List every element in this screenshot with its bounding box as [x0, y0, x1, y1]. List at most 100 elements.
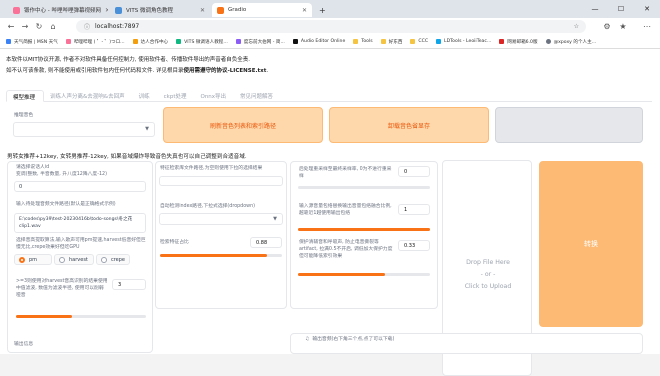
radio-icon: [59, 256, 65, 263]
browser-tab-title: 锻作中心 - 哔哩哔哩弹幕视频网: [24, 8, 101, 14]
resample-slider[interactable]: [298, 186, 430, 189]
radio-label: harvest: [69, 256, 88, 263]
gender-hint: 男转女推荐+12key, 女转男推荐-12key, 如果音域爆炸导致音色失真也可…: [7, 154, 247, 160]
median-filter-slider[interactable]: [16, 315, 146, 318]
bookmark-folder[interactable]: 好东西: [378, 39, 406, 45]
index-ratio-slider[interactable]: [160, 254, 282, 257]
bookmark-icon: [132, 39, 138, 44]
index-ratio-number[interactable]: 0.88: [250, 237, 282, 248]
bookmark-folder[interactable]: Tools: [350, 39, 375, 44]
model-dropdown[interactable]: ▼: [13, 122, 155, 137]
f0-radio-crepe[interactable]: crepe: [96, 254, 130, 265]
bookmark-label: CCC: [418, 39, 429, 44]
chevron-down-icon: ▼: [145, 126, 149, 132]
address-bar-row: ← → ↻ ⌂ ⓘ localhost:7897 ☆ ⚙ ★ ⋯: [0, 18, 660, 35]
reload-icon[interactable]: ↻: [32, 22, 46, 31]
bookmark-label: 好东西: [388, 39, 403, 45]
bookmark-label: Tools: [361, 39, 373, 44]
bookmark-item[interactable]: 度忘前大伯网 - 简...: [233, 39, 288, 45]
close-window-icon[interactable]: ✕: [634, 0, 660, 18]
speaker-id-label: 请选择说话人id: [16, 165, 50, 170]
bookmark-label: 网易邮箱6.0版: [507, 39, 538, 45]
bookmark-item[interactable]: @xpoxy 的个人主...: [543, 39, 600, 45]
extensions-icon[interactable]: ⚙: [600, 22, 614, 31]
license-notice: 本软件以MIT协议开源, 作者不对软件具备任何控制力, 使用软件者、传播软件导出…: [6, 55, 646, 77]
bookmark-item[interactable]: 达人合作中心: [130, 39, 172, 45]
bookmark-item[interactable]: VITS 微调语人教程...: [173, 39, 231, 45]
browser-tab-title: VITS 微调角色教程: [126, 8, 173, 14]
url-input[interactable]: ⓘ localhost:7897 ☆: [76, 20, 586, 33]
license-text-end: .: [266, 68, 269, 74]
maximize-icon[interactable]: ☐: [608, 0, 634, 18]
bilibili-icon: [13, 6, 20, 14]
bookmark-icon: [436, 39, 442, 44]
bookmark-item[interactable]: LDTools - LeoiiTeac...: [433, 39, 494, 44]
license-link[interactable]: 使用需遵守的协议-LICENSE.txt: [184, 68, 267, 74]
bookmark-item[interactable]: Audio Editor Online: [290, 39, 348, 44]
radio-label: crepe: [110, 256, 125, 263]
chevron-down-icon: ▼: [273, 216, 277, 222]
radio-icon: [101, 256, 107, 263]
close-icon[interactable]: ✕: [298, 7, 307, 14]
refresh-models-button[interactable]: 刷新音色列表和索引路径: [163, 107, 323, 143]
forward-icon[interactable]: →: [18, 22, 32, 31]
tab-ckpt[interactable]: ckpt处理: [158, 90, 195, 102]
bookmark-folder[interactable]: CCC: [407, 39, 431, 44]
radio-icon: [19, 256, 25, 263]
music-icon: ♫: [305, 337, 310, 342]
home-icon[interactable]: ⌂: [46, 22, 60, 31]
bookmark-label: Audio Editor Online: [300, 39, 346, 44]
browser-tab-1[interactable]: 锻作中心 - 哔哩哔哩弹幕视频网 ✕: [8, 3, 108, 17]
column-3-panel: [290, 161, 438, 309]
browser-tab-3[interactable]: Gradio ✕: [212, 3, 312, 17]
slider-fill: [16, 315, 72, 318]
unload-model-button[interactable]: 卸载音色省显存: [329, 107, 489, 143]
rms-mix-slider[interactable]: [298, 228, 430, 231]
menu-icon[interactable]: ⋯: [640, 22, 654, 31]
slider-fill: [298, 228, 430, 231]
input-path-input[interactable]: E:\codes\py39\test-20230416b\todo-songs\…: [14, 213, 146, 233]
bookmark-item[interactable]: 天气简报 | MSN 天气: [3, 39, 61, 45]
resample-label: 后处理重采样至最终采样率, 0为不进行重采样: [299, 167, 392, 179]
folder-icon: [410, 39, 416, 44]
drop-text: Drop File Here: [466, 259, 510, 266]
feature-index-label: 特征检索库文件路径,为空则使用下拉的选择结果: [160, 166, 263, 171]
license-line-2: 如不认可该条款, 则不能使用或引用软件包内任何代码和文件. 详见根目录使用需遵守…: [6, 66, 646, 77]
tab-faq[interactable]: 常见问题解答: [234, 90, 281, 102]
protect-number[interactable]: 0.33: [398, 240, 430, 251]
minimize-icon[interactable]: —: [582, 0, 608, 18]
browser-tab-bar: 锻作中心 - 哔哩哔哩弹幕视频网 ✕ VITS 微调角色教程 ✕ Gradio …: [0, 0, 660, 18]
median-filter-number[interactable]: 3: [112, 279, 146, 290]
f0-radio-harvest[interactable]: harvest: [54, 254, 94, 265]
output-info-label: 输出信息: [14, 342, 34, 347]
protect-slider[interactable]: [298, 273, 430, 276]
feature-index-input[interactable]: [159, 176, 283, 186]
f0-radio-pm[interactable]: pm: [14, 254, 52, 265]
rms-mix-number[interactable]: 1: [398, 204, 430, 215]
tab-train[interactable]: 训练: [133, 90, 158, 102]
url-text: localhost:7897: [95, 23, 140, 30]
tab-inference[interactable]: 模型推理: [6, 90, 45, 102]
close-icon[interactable]: ✕: [196, 7, 205, 14]
output-audio-label-text: 输出音频(右下角三个点,点了可以下载): [312, 337, 395, 342]
new-tab-button[interactable]: +: [314, 3, 328, 17]
convert-button[interactable]: 转换: [539, 161, 643, 327]
input-path-label: 输入待处理音频文件路径(默认是正确格式示例): [16, 202, 116, 207]
avatar: [545, 39, 551, 44]
star-icon[interactable]: ☆: [574, 23, 579, 30]
f0-method-label: 选择音高提取算法,输入歌声可用pm提速,harvest低音好但巨慢无比,crep…: [16, 238, 146, 250]
favorites-icon[interactable]: ★: [616, 22, 630, 31]
upload-text: Click to Upload: [464, 283, 512, 290]
transpose-input[interactable]: 0: [14, 181, 146, 192]
bookmark-icon: [235, 39, 241, 44]
tab-vocal-separation[interactable]: 训练人声分离&去混响&去回声: [44, 90, 133, 102]
resample-number[interactable]: 0: [398, 166, 430, 177]
tab-onnx[interactable]: Onnx导出: [194, 90, 234, 102]
close-icon[interactable]: ✕: [101, 7, 108, 14]
bookmark-item[interactable]: 哔哩哔哩 ( ゜- ゜)つロ...: [63, 39, 128, 45]
bookmark-item[interactable]: 网易邮箱6.0版: [496, 39, 540, 45]
browser-tab-2[interactable]: VITS 微调角色教程 ✕: [110, 3, 210, 17]
info-icon: ⓘ: [84, 24, 91, 31]
back-icon[interactable]: ←: [4, 22, 18, 31]
auto-index-dropdown[interactable]: ▼: [159, 213, 283, 225]
